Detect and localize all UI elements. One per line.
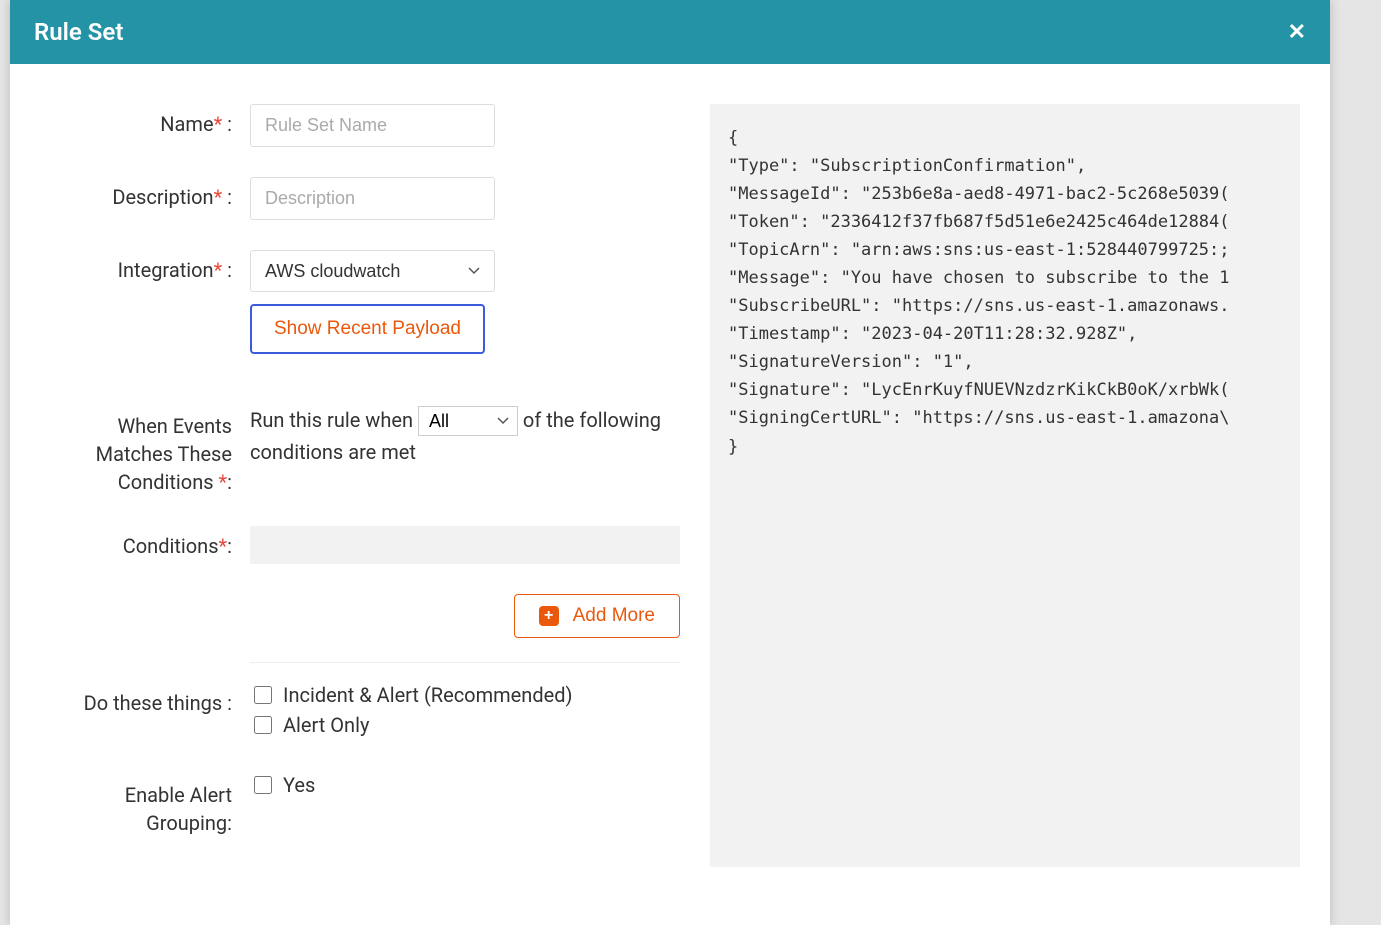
conditions-box[interactable] [250,526,680,564]
label-conditions: Conditions*: [40,526,250,558]
payload-line: "Type": "SubscriptionConfirmation", [728,152,1282,180]
row-name: Name* : [40,104,680,147]
modal-body: Name* : Description* : Integration* : [10,64,1330,887]
payload-line: "Message": "You have chosen to subscribe… [728,264,1282,292]
plus-icon: + [539,606,559,626]
label-events-match: When Events Matches These Conditions *: [40,404,250,496]
payload-line: "MessageId": "253b6e8a-aed8-4971-bac2-5c… [728,180,1282,208]
checkbox-incident-alert-input[interactable] [254,686,272,704]
payload-line: "SignatureVersion": "1", [728,348,1282,376]
modal-header: Rule Set ✕ [10,0,1330,64]
label-name: Name* : [40,104,250,136]
show-recent-payload-button[interactable]: Show Recent Payload [250,304,485,354]
payload-line: { [728,124,1282,152]
payload-line: "Timestamp": "2023-04-20T11:28:32.928Z", [728,320,1282,348]
row-enable-grouping: Enable Alert Grouping: Yes [40,773,680,837]
label-integration: Integration* : [40,250,250,282]
match-mode-select[interactable]: All [418,406,518,436]
rule-condition-sentence: Run this rule when All of the following … [250,404,680,468]
description-input[interactable] [250,177,495,220]
checkbox-alert-only[interactable]: Alert Only [250,713,680,737]
checkbox-enable-grouping-input[interactable] [254,776,272,794]
payload-line: "Signature": "LycEnrKuyfNUEVNzdzrKikCkB0… [728,376,1282,404]
close-icon[interactable]: ✕ [1288,20,1306,45]
rule-set-modal: Rule Set ✕ Name* : Description* : [10,0,1330,925]
row-integration: Integration* : AWS cloudwatch Show Recen… [40,250,680,354]
checkbox-alert-only-input[interactable] [254,716,272,734]
row-description: Description* : [40,177,680,220]
payload-preview: { "Type": "SubscriptionConfirmation", "M… [710,104,1300,867]
checkbox-incident-alert[interactable]: Incident & Alert (Recommended) [250,683,680,707]
payload-line: "Token": "2336412f37fb687f5d51e6e2425c46… [728,208,1282,236]
row-conditions: Conditions*: + Add More [40,526,680,663]
name-input[interactable] [250,104,495,147]
payload-line: } [728,433,1282,461]
label-actions: Do these things : [40,683,250,715]
payload-line: "TopicArn": "arn:aws:sns:us-east-1:52844… [728,236,1282,264]
checkbox-enable-grouping[interactable]: Yes [250,773,680,797]
payload-line: "SubscribeURL": "https://sns.us-east-1.a… [728,292,1282,320]
add-more-button[interactable]: + Add More [514,594,680,638]
label-enable-grouping: Enable Alert Grouping: [40,773,250,837]
form-column: Name* : Description* : Integration* : [40,104,680,867]
row-actions: Do these things : Incident & Alert (Reco… [40,683,680,743]
payload-line: "SigningCertURL": "https://sns.us-east-1… [728,404,1282,432]
row-events-match: When Events Matches These Conditions *: … [40,404,680,496]
modal-title: Rule Set [34,18,123,46]
label-description: Description* : [40,177,250,209]
integration-select[interactable]: AWS cloudwatch [250,250,495,292]
